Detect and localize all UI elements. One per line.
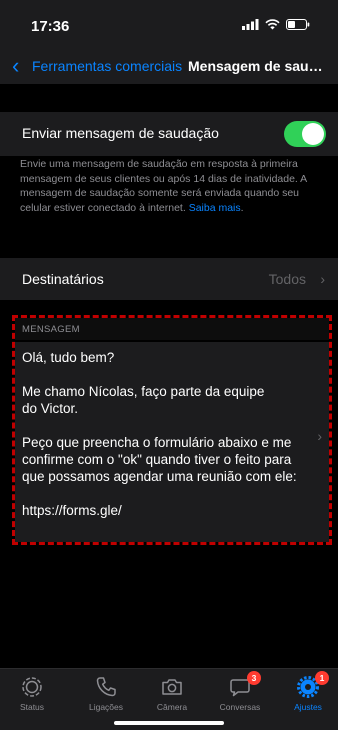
chevron-right-icon: › — [320, 271, 325, 287]
tab-status-label: Status — [19, 702, 45, 712]
message-section-header: MENSAGEM — [15, 318, 329, 340]
status-bar: 17:36 — [0, 0, 338, 52]
message-text: Olá, tudo bem? Me chamo Nícolas, faço pa… — [22, 350, 297, 518]
greeting-description-text: Envie uma mensagem de saudação em respos… — [20, 158, 307, 214]
back-chevron-icon[interactable]: ‹ — [12, 55, 19, 77]
tab-settings[interactable]: 1 Ajustes — [278, 671, 338, 712]
status-icons — [242, 19, 310, 30]
recipients-row[interactable]: Destinatários Todos › — [0, 258, 338, 300]
settings-icon: 1 — [296, 671, 329, 699]
phone-icon — [94, 675, 118, 699]
tab-settings-label: Ajustes — [294, 702, 322, 712]
tab-chats-label: Conversas — [219, 702, 261, 712]
tab-calls[interactable]: Ligações — [76, 675, 136, 712]
tab-status[interactable]: Status — [2, 675, 62, 712]
settings-badge: 1 — [315, 671, 329, 685]
learn-more-suffix: . — [240, 201, 244, 214]
message-cell[interactable]: Olá, tudo bem? Me chamo Nícolas, faço pa… — [15, 342, 329, 542]
navigation-bar: ‹ Ferramentas comerciais Mensagem de sau… — [0, 52, 338, 84]
chat-icon: 3 — [228, 671, 261, 699]
message-header-label: MENSAGEM — [22, 324, 80, 335]
recipients-value: Todos — [268, 271, 306, 287]
learn-more-link[interactable]: Saiba mais — [189, 202, 241, 214]
greeting-toggle-label: Enviar mensagem de saudação — [22, 125, 219, 141]
wifi-icon — [265, 19, 280, 30]
signal-icon — [242, 19, 259, 30]
greeting-toggle-row: Enviar mensagem de saudação — [0, 112, 338, 156]
tab-camera-label: Câmera — [156, 702, 188, 712]
tab-calls-label: Ligações — [88, 702, 124, 712]
status-time: 17:36 — [31, 18, 70, 35]
camera-icon — [160, 675, 184, 699]
home-indicator — [114, 721, 224, 725]
recipients-label: Destinatários — [22, 271, 104, 287]
page-title: Mensagem de saudação — [188, 58, 330, 74]
status-icon — [20, 675, 44, 699]
message-highlight-box: MENSAGEM Olá, tudo bem? Me chamo Nícolas… — [12, 315, 332, 545]
chevron-right-icon: › — [317, 428, 322, 444]
battery-icon — [286, 19, 310, 30]
greeting-toggle[interactable] — [284, 121, 326, 147]
back-button[interactable]: Ferramentas comerciais — [32, 58, 182, 74]
tab-chats[interactable]: 3 Conversas — [210, 671, 270, 712]
toggle-knob — [302, 123, 324, 145]
tab-camera[interactable]: Câmera — [142, 675, 202, 712]
greeting-description: Envie uma mensagem de saudação em respos… — [20, 157, 326, 215]
chats-badge: 3 — [247, 671, 261, 685]
